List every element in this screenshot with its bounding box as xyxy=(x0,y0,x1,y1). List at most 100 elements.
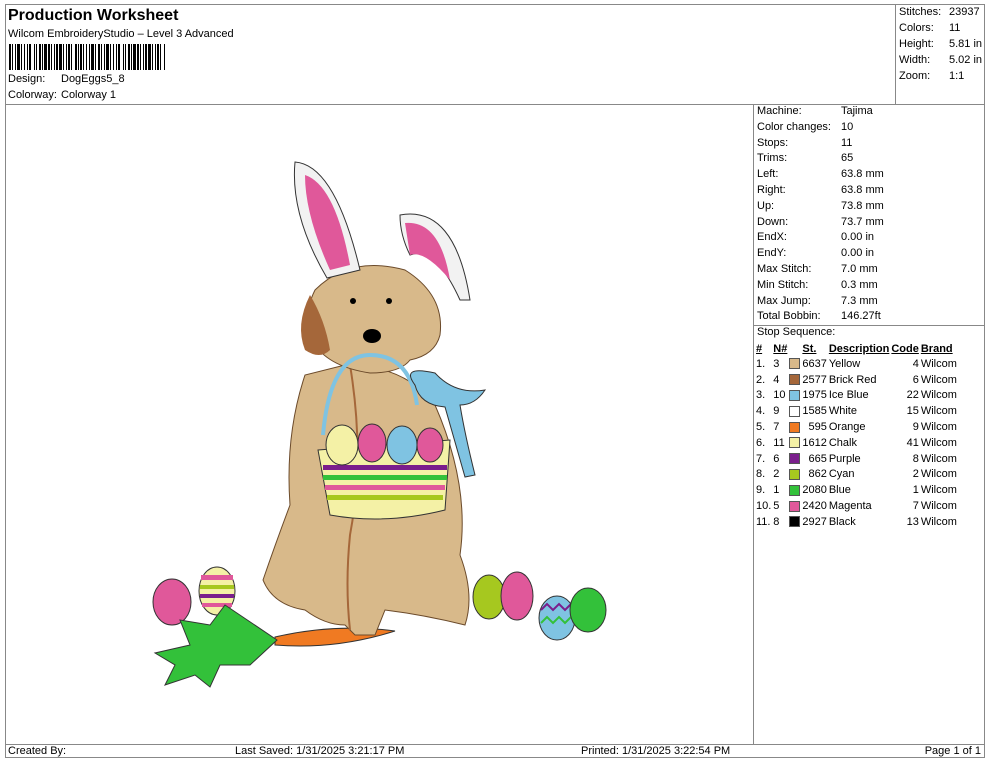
swatch-cell xyxy=(788,514,801,530)
machine-row: Min Stitch: 0.3 mm xyxy=(757,279,878,291)
machine-row: Left: 63.8 mm xyxy=(757,168,884,180)
cell-st: 2927 xyxy=(802,515,827,528)
color-swatch xyxy=(789,390,801,402)
cell-code: 41 xyxy=(906,436,919,449)
header-code: Code xyxy=(891,342,919,355)
dark-green-egg xyxy=(569,587,607,633)
worksheet-header: Production Worksheet Wilcom EmbroiderySt… xyxy=(5,4,895,105)
created-by: Created By: xyxy=(8,745,67,757)
cell-idx: 2. xyxy=(756,373,766,386)
stat-stitches: Stitches: 23937 xyxy=(899,6,980,18)
swatch-cell xyxy=(788,419,801,435)
color-swatch xyxy=(789,469,801,481)
swatch-cell xyxy=(788,451,801,467)
cell-n: 10 xyxy=(773,389,786,402)
cell-code: 4 xyxy=(912,357,919,370)
machine-label: Right: xyxy=(757,184,786,196)
cell-desc: Blue xyxy=(828,484,851,497)
table-row: 3. 10 1975 Ice Blue 22 Wilcom xyxy=(755,388,958,404)
machine-label: EndX: xyxy=(757,231,787,244)
table-row: 2. 4 2577 Brick Red 6 Wilcom xyxy=(755,372,958,388)
green-egg xyxy=(472,574,506,620)
machine-label: Trims: xyxy=(757,152,788,165)
pink-pattern-egg xyxy=(500,571,534,621)
machine-label: Total Bobbin: xyxy=(757,310,821,323)
color-swatch xyxy=(789,500,801,512)
cell-idx: 8. xyxy=(756,468,766,481)
cell-code: 15 xyxy=(906,405,919,418)
cell-st: 2080 xyxy=(802,484,827,497)
design-preview xyxy=(5,105,753,744)
cell-brand: Wilcom xyxy=(920,515,957,528)
barcode-image xyxy=(9,44,165,70)
swatch-cell xyxy=(788,467,801,483)
software-name: Wilcom EmbroideryStudio – Level 3 Advanc… xyxy=(8,28,234,40)
machine-row: Color changes: 10 xyxy=(757,121,853,133)
cell-brand: Wilcom xyxy=(920,421,957,434)
cell-idx: 1. xyxy=(756,357,766,370)
design-stats: Stitches: 23937 Colors: 11 Height: 5.81 in … xyxy=(895,4,985,105)
cell-brand: Wilcom xyxy=(920,405,957,418)
color-swatch xyxy=(789,405,801,417)
machine-label: Machine: xyxy=(757,105,802,117)
cell-n: 2 xyxy=(773,468,780,481)
machine-value: Tajima xyxy=(841,105,873,117)
stat-height: Height: 5.81 in xyxy=(899,38,983,50)
table-row: 11. 8 2927 Black 13 Wilcom xyxy=(755,514,958,530)
swatch-cell xyxy=(788,372,801,388)
cell-brand: Wilcom xyxy=(920,500,957,513)
color-swatch xyxy=(789,358,801,370)
cell-idx: 11. xyxy=(756,515,771,528)
swatch-cell xyxy=(788,356,801,372)
table-row: 10. 5 2420 Magenta 7 Wilcom xyxy=(755,498,958,514)
machine-row: Stops: 11 xyxy=(757,137,852,149)
machine-row: Machine: Tajima xyxy=(757,105,873,117)
cell-desc: Cyan xyxy=(828,468,855,481)
cell-code: 6 xyxy=(912,373,919,386)
header-st: St. xyxy=(802,342,817,355)
cell-brand: Wilcom xyxy=(920,452,957,465)
cell-brand: Wilcom xyxy=(920,357,957,370)
machine-row: Up: 73.8 mm xyxy=(757,200,884,212)
colorway-row: Colorway: Colorway 1 xyxy=(8,89,116,101)
cell-desc: Chalk xyxy=(828,436,857,449)
cell-n: 1 xyxy=(773,484,780,497)
machine-value: 73.8 mm xyxy=(841,199,884,212)
machine-row: EndY: 0.00 in xyxy=(757,247,874,259)
design-value: DogEggs5_8 xyxy=(61,73,125,85)
machine-value: 73.7 mm xyxy=(841,215,884,228)
machine-row: Total Bobbin: 146.27ft xyxy=(757,310,881,322)
cell-code: 22 xyxy=(906,389,919,402)
dog-nose xyxy=(363,329,381,343)
color-swatch xyxy=(789,437,801,449)
machine-value: 7.3 mm xyxy=(841,294,878,307)
cell-code: 13 xyxy=(906,515,919,528)
cell-code: 7 xyxy=(912,500,919,513)
cell-n: 9 xyxy=(773,405,780,418)
swatch-cell xyxy=(788,403,801,419)
design-label: Design: xyxy=(8,73,46,85)
cell-st: 595 xyxy=(808,421,827,434)
table-row: 1. 3 6637 Yellow 4 Wilcom xyxy=(755,356,958,372)
machine-row: Max Stitch: 7.0 mm xyxy=(757,263,878,275)
embroidery-illustration xyxy=(152,161,607,688)
cell-code: 8 xyxy=(912,452,919,465)
cell-brand: Wilcom xyxy=(920,389,957,402)
machine-label: EndY: xyxy=(757,247,787,260)
colorway-value: Colorway 1 xyxy=(61,89,117,101)
machine-value: 7.0 mm xyxy=(841,263,878,275)
cell-st: 862 xyxy=(808,468,827,481)
cell-idx: 10. xyxy=(756,500,772,513)
machine-row: EndX: 0.00 in xyxy=(757,231,874,243)
swatch-cell xyxy=(788,482,801,498)
cell-desc: Purple xyxy=(828,452,861,465)
footer-bar: Created By: Last Saved: 1/31/2025 3:21:1… xyxy=(5,744,985,758)
cell-brand: Wilcom xyxy=(920,468,957,481)
stop-sequence-table: # N# St. Description Code Brand 1. 3 6637 Yellow 4… xyxy=(755,341,958,530)
machine-label: Stops: xyxy=(757,136,789,149)
table-row: 6. 11 1612 Chalk 41 Wilcom xyxy=(755,435,958,451)
machine-label: Left: xyxy=(757,168,779,181)
cell-st: 2420 xyxy=(802,500,827,513)
cell-n: 11 xyxy=(773,436,785,449)
header-swatch xyxy=(788,341,801,356)
